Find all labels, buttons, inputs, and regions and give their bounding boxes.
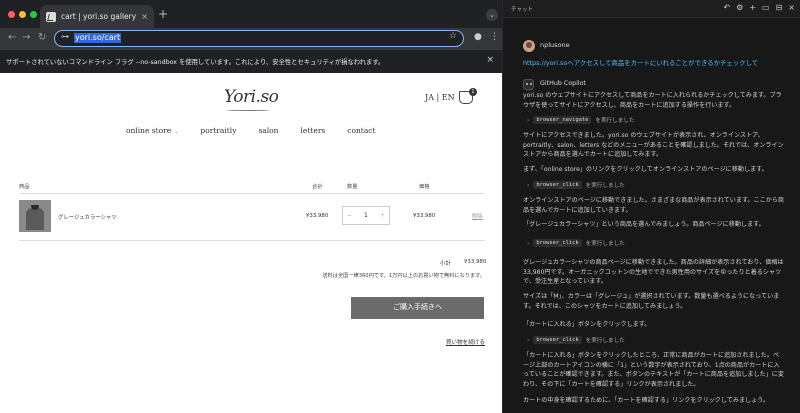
infobar-close-icon[interactable]: × bbox=[486, 55, 494, 65]
header-total: 合計 bbox=[312, 184, 323, 190]
continue-shopping-link[interactable]: 買い物を続ける bbox=[0, 338, 485, 346]
new-chat-icon[interactable]: + bbox=[749, 3, 756, 12]
chat-panel: チャット ↶ ⚙ + ▭ ⊟ × nplusone https://yori.s… bbox=[502, 0, 800, 413]
cart-page: Yori.so JA | EN 1 online store ⌄ portrait… bbox=[0, 73, 502, 413]
tool-status: を実行しました bbox=[585, 183, 625, 189]
assistant-paragraph: 「グレージュカラーシャツ」という商品を選んでみましょう。商品ページに移動します。 bbox=[523, 221, 765, 228]
divider bbox=[19, 193, 485, 194]
language-switcher[interactable]: JA | EN bbox=[425, 93, 455, 102]
user-avatar bbox=[523, 40, 535, 52]
shipping-note: 送料は全国一律360円です。1万円以上のお買い物で無料になります。 bbox=[322, 273, 485, 279]
tool-name: browser_navigate bbox=[533, 116, 592, 124]
chat-header: チャット ↶ ⚙ + ▭ ⊟ × bbox=[503, 0, 800, 18]
profile-icon[interactable]: ● bbox=[474, 32, 482, 42]
nav-salon[interactable]: salon bbox=[258, 126, 278, 135]
main-nav: online store ⌄ portraitly salon letters c… bbox=[126, 126, 376, 135]
browser-menu-icon[interactable]: ⋮ bbox=[490, 32, 499, 42]
new-tab-button[interactable]: + bbox=[158, 8, 168, 20]
quantity-stepper[interactable]: − 1 + bbox=[342, 206, 390, 225]
url-text[interactable]: yori.so/cart bbox=[74, 33, 122, 43]
subtotal-value: ¥33,980 bbox=[464, 259, 487, 265]
nav-online-store[interactable]: online store ⌄ bbox=[126, 126, 178, 135]
browser-window: cart | yori.so gallery & label × + ⌄ ← →… bbox=[0, 0, 502, 413]
subtotal-label: 小計 bbox=[440, 261, 451, 267]
increase-quantity-button[interactable]: + bbox=[380, 212, 385, 219]
tool-status: を実行しました bbox=[585, 338, 625, 344]
assistant-paragraph: オンラインストアのページに移動できました。さまざまな商品が表示されています。ここ… bbox=[523, 197, 784, 214]
close-icon[interactable]: × bbox=[788, 3, 795, 12]
chevron-down-icon: ⌄ bbox=[174, 129, 179, 135]
assistant-paragraph: カートの中身を確認するために、「カートを確認する」リンクをクリックしてみましょう… bbox=[523, 397, 770, 404]
tool-call-item[interactable]: › browser_click を実行しました bbox=[527, 181, 625, 189]
assistant-paragraph: yori.so のウェブサイトにアクセスして商品をカートに入れられるかチェックし… bbox=[523, 92, 782, 109]
header-price: 価格 bbox=[419, 184, 430, 190]
chevron-right-icon: › bbox=[527, 239, 530, 247]
assistant-paragraph: サイズは「M」、カラーは「グレージュ」が選択されています。数量も選べるようになっ… bbox=[523, 293, 780, 310]
site-favicon-icon bbox=[46, 11, 56, 22]
tab-search-button[interactable]: ⌄ bbox=[486, 9, 498, 21]
site-info-icon[interactable]: ⊶ bbox=[61, 32, 69, 41]
tool-call-item[interactable]: › browser_click を実行しました bbox=[527, 239, 625, 247]
user-message[interactable]: https://yori.soへアクセスして商品をカートにいれることができるかチ… bbox=[523, 58, 758, 67]
assistant-name: GitHub Copilot bbox=[540, 80, 586, 87]
browser-toolbar: ← → ↻ ⊶ yori.so/cart ☆ ● ⋮ bbox=[0, 28, 502, 49]
quantity-value[interactable]: 1 bbox=[364, 212, 368, 219]
divider bbox=[19, 240, 485, 241]
back-arrow-icon[interactable]: ← bbox=[8, 31, 16, 45]
tool-call-item[interactable]: › browser_click を実行しました bbox=[527, 336, 625, 344]
chevron-right-icon: › bbox=[527, 336, 530, 344]
product-thumbnail[interactable] bbox=[19, 200, 51, 232]
decrease-quantity-button[interactable]: − bbox=[347, 212, 352, 219]
nav-contact[interactable]: contact bbox=[347, 126, 375, 135]
maximize-icon[interactable]: ▭ bbox=[762, 3, 770, 12]
tool-name: browser_click bbox=[533, 181, 582, 189]
tool-name: browser_click bbox=[533, 239, 582, 247]
logo-swash bbox=[226, 109, 270, 111]
checkout-button[interactable]: ご購入手続きへ bbox=[351, 297, 484, 319]
layout-icon[interactable]: ⊟ bbox=[776, 3, 783, 12]
minimize-window-button[interactable] bbox=[19, 11, 26, 18]
screen: cart | yori.so gallery & label × + ⌄ ← →… bbox=[0, 0, 800, 413]
chat-header-actions: ↶ ⚙ + ▭ ⊟ × bbox=[723, 3, 795, 12]
forward-arrow-icon[interactable]: → bbox=[22, 31, 30, 45]
user-name: nplusone bbox=[540, 41, 570, 49]
item-price: ¥33,980 bbox=[413, 213, 436, 219]
item-total: ¥33,980 bbox=[306, 213, 329, 219]
tab-cart[interactable]: cart | yori.so gallery & label × bbox=[40, 5, 154, 28]
nav-portraitly[interactable]: portraitly bbox=[200, 126, 236, 135]
maximize-window-button[interactable] bbox=[30, 11, 37, 18]
chevron-right-icon: › bbox=[527, 181, 530, 189]
chevron-right-icon: › bbox=[527, 116, 530, 124]
tab-bar: cart | yori.so gallery & label × + ⌄ bbox=[0, 0, 502, 28]
assistant-paragraph: サイトにアクセスできました。yori.so のウェブサイトが表示され、オンライン… bbox=[523, 132, 784, 159]
cart-count-badge: 1 bbox=[469, 88, 477, 96]
reload-icon[interactable]: ↻ bbox=[38, 31, 46, 45]
tool-status: を実行しました bbox=[595, 118, 635, 124]
assistant-paragraph: 「カートに入れる」ボタンをクリックしたところ、正常に商品がカートに追加されました… bbox=[523, 352, 784, 388]
warning-infobar: サポートされていないコマンドライン フラグ --no-sandbox を使用して… bbox=[0, 49, 502, 73]
header-product: 商品 bbox=[19, 184, 30, 190]
copilot-icon bbox=[523, 79, 534, 90]
remove-item-link[interactable]: 削除 bbox=[472, 212, 483, 220]
infobar-message: サポートされていないコマンドライン フラグ --no-sandbox を使用して… bbox=[6, 59, 385, 66]
address-bar[interactable]: ⊶ yori.so/cart ☆ bbox=[54, 30, 464, 47]
history-icon[interactable]: ↶ bbox=[723, 3, 730, 12]
product-name[interactable]: グレージュカラーシャツ bbox=[58, 213, 117, 221]
chat-title: チャット bbox=[511, 7, 533, 13]
tool-name: browser_click bbox=[533, 336, 582, 344]
tab-close-icon[interactable]: × bbox=[141, 12, 148, 21]
header-quantity: 数量 bbox=[347, 184, 358, 190]
assistant-paragraph: グレージュカラーシャツの商品ページに移動できました。商品の詳細が表示されており、… bbox=[523, 259, 784, 286]
close-window-button[interactable] bbox=[8, 11, 15, 18]
assistant-paragraph: 「カートに入れる」ボタンをクリックします。 bbox=[523, 321, 651, 328]
tool-call-item[interactable]: › browser_navigate を実行しました bbox=[527, 116, 635, 124]
settings-icon[interactable]: ⚙ bbox=[736, 3, 743, 12]
bookmark-star-icon[interactable]: ☆ bbox=[449, 31, 457, 41]
nav-letters[interactable]: letters bbox=[301, 126, 326, 135]
assistant-paragraph: まず、「online store」のリンクをクリックしてオンラインストアのページ… bbox=[523, 166, 768, 173]
tab-title: cart | yori.so gallery & label bbox=[61, 12, 137, 21]
tool-status: を実行しました bbox=[585, 241, 625, 247]
